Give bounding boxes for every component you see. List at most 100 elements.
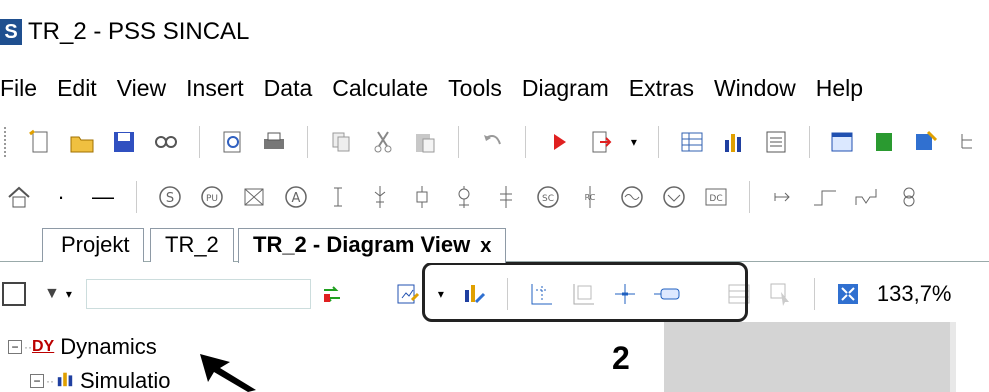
toolbar-separator xyxy=(808,126,810,158)
menu-tools[interactable]: Tools xyxy=(448,75,502,102)
window-icon[interactable] xyxy=(828,127,858,157)
calculator-icon[interactable] xyxy=(761,127,791,157)
tree-line: ·· xyxy=(46,374,54,388)
toolbar-separator xyxy=(525,126,527,158)
simulation-chart-icon xyxy=(56,368,74,392)
svg-text:PU: PU xyxy=(206,194,218,204)
menu-extras[interactable]: Extras xyxy=(629,75,694,102)
menu-data[interactable]: Data xyxy=(264,75,313,102)
arrow-icon[interactable] xyxy=(768,182,798,212)
filter-button[interactable]: ▼ ▾ xyxy=(44,285,72,303)
tab-label: TR_2 - Diagram View xyxy=(253,232,471,257)
annotation-arrow-icon xyxy=(200,354,256,392)
pu-icon[interactable]: PU xyxy=(197,182,227,212)
highlight-annotation xyxy=(422,262,748,322)
export-icon[interactable] xyxy=(586,127,616,157)
filter-input[interactable] xyxy=(85,279,311,309)
toolbar-separator xyxy=(198,126,200,158)
coil-icon[interactable] xyxy=(894,182,924,212)
rv-icon[interactable] xyxy=(852,182,882,212)
undo-icon[interactable] xyxy=(477,127,507,157)
expander-icon[interactable]: − xyxy=(8,340,22,354)
element3-icon[interactable] xyxy=(407,182,437,212)
element2-icon[interactable] xyxy=(365,182,395,212)
svg-text:RC: RC xyxy=(585,193,596,202)
annotation-number: 2 xyxy=(612,340,630,376)
tree-item-dynamics[interactable]: − ·· DY Dynamics xyxy=(8,334,157,360)
fit-zoom-icon[interactable] xyxy=(833,279,863,309)
open-folder-icon[interactable] xyxy=(67,127,97,157)
menu-insert[interactable]: Insert xyxy=(186,75,244,102)
synchronous-machine-icon[interactable]: S xyxy=(155,182,185,212)
dynamics-icon: DY xyxy=(32,338,55,355)
menu-diagram[interactable]: Diagram xyxy=(522,75,609,102)
sc-icon[interactable]: SC xyxy=(533,182,563,212)
svg-text:SC: SC xyxy=(542,194,554,204)
copy-icon[interactable] xyxy=(326,127,356,157)
print-preview-icon[interactable] xyxy=(218,127,248,157)
menu-help[interactable]: Help xyxy=(816,75,863,102)
element5-icon[interactable] xyxy=(491,182,521,212)
svg-text:A: A xyxy=(292,191,301,206)
tab-label: Projekt xyxy=(61,232,130,257)
table-icon[interactable] xyxy=(677,127,707,157)
element1-icon[interactable] xyxy=(323,182,353,212)
elements-toolbar: · — S PU A SC RC DC xyxy=(0,172,989,222)
dot-icon[interactable]: · xyxy=(46,182,76,212)
green-icon[interactable] xyxy=(869,127,899,157)
chart-icon[interactable] xyxy=(719,127,749,157)
menu-window[interactable]: Window xyxy=(714,75,796,102)
svg-text:DC: DC xyxy=(709,194,722,204)
select-cursor-icon[interactable] xyxy=(766,279,796,309)
diagram-canvas[interactable] xyxy=(664,322,989,392)
properties-icon[interactable] xyxy=(911,127,941,157)
tree-label: Dynamics xyxy=(60,334,157,359)
diagram-edit-icon[interactable] xyxy=(393,279,423,309)
tab-projekt[interactable]: Projekt xyxy=(42,228,145,262)
home-icon[interactable] xyxy=(4,182,34,212)
menu-file[interactable]: File xyxy=(0,75,37,102)
check-icon[interactable] xyxy=(659,182,689,212)
menu-edit[interactable]: Edit xyxy=(57,75,97,102)
menu-bar: File Edit View Insert Data Calculate Too… xyxy=(0,68,989,108)
wave-icon[interactable] xyxy=(617,182,647,212)
tab-tr2[interactable]: TR_2 xyxy=(150,228,234,262)
rc-icon[interactable]: RC xyxy=(575,182,605,212)
app-logo: S xyxy=(0,19,22,45)
filter-icon: ▼ xyxy=(44,285,60,302)
expander-icon[interactable]: − xyxy=(30,374,44,388)
step-icon[interactable] xyxy=(810,182,840,212)
dc-icon[interactable]: DC xyxy=(701,182,731,212)
svg-text:S: S xyxy=(166,191,174,206)
save-icon[interactable] xyxy=(109,127,139,157)
close-icon[interactable]: x xyxy=(480,235,491,257)
line-icon[interactable]: — xyxy=(88,182,118,212)
diagram-panel[interactable] xyxy=(956,322,989,392)
element4-icon[interactable] xyxy=(449,182,479,212)
toolbar-grip[interactable] xyxy=(4,127,9,157)
tree-label: Simulatio xyxy=(80,368,171,392)
dropdown-arrow-icon[interactable]: ▾ xyxy=(628,127,640,157)
menu-calculate[interactable]: Calculate xyxy=(332,75,428,102)
run-icon[interactable] xyxy=(544,127,574,157)
ammeter-icon[interactable]: A xyxy=(281,182,311,212)
print-icon[interactable] xyxy=(260,127,290,157)
paste-icon[interactable] xyxy=(410,127,440,157)
cut-icon[interactable] xyxy=(368,127,398,157)
zoom-level[interactable]: 133,7% xyxy=(877,281,952,307)
tab-diagram-view[interactable]: TR_2 - Diagram View x xyxy=(238,228,507,263)
menu-view[interactable]: View xyxy=(117,75,166,102)
toolbar-separator xyxy=(136,181,137,213)
new-file-icon[interactable] xyxy=(25,127,55,157)
window-title: TR_2 - PSS SINCAL xyxy=(28,18,250,45)
tree-item-simulation[interactable]: − ·· Simulatio xyxy=(30,368,170,392)
title-bar: S TR_2 - PSS SINCAL xyxy=(0,0,989,62)
panel-toggle-button[interactable] xyxy=(2,282,26,306)
transformer-icon[interactable] xyxy=(239,182,269,212)
toolbar-separator xyxy=(307,126,309,158)
find-icon[interactable] xyxy=(151,127,181,157)
swap-icon[interactable] xyxy=(317,279,347,309)
hierarchy-icon[interactable] xyxy=(953,127,983,157)
toolbar-separator xyxy=(813,278,815,310)
tree-line: ·· xyxy=(24,340,32,354)
